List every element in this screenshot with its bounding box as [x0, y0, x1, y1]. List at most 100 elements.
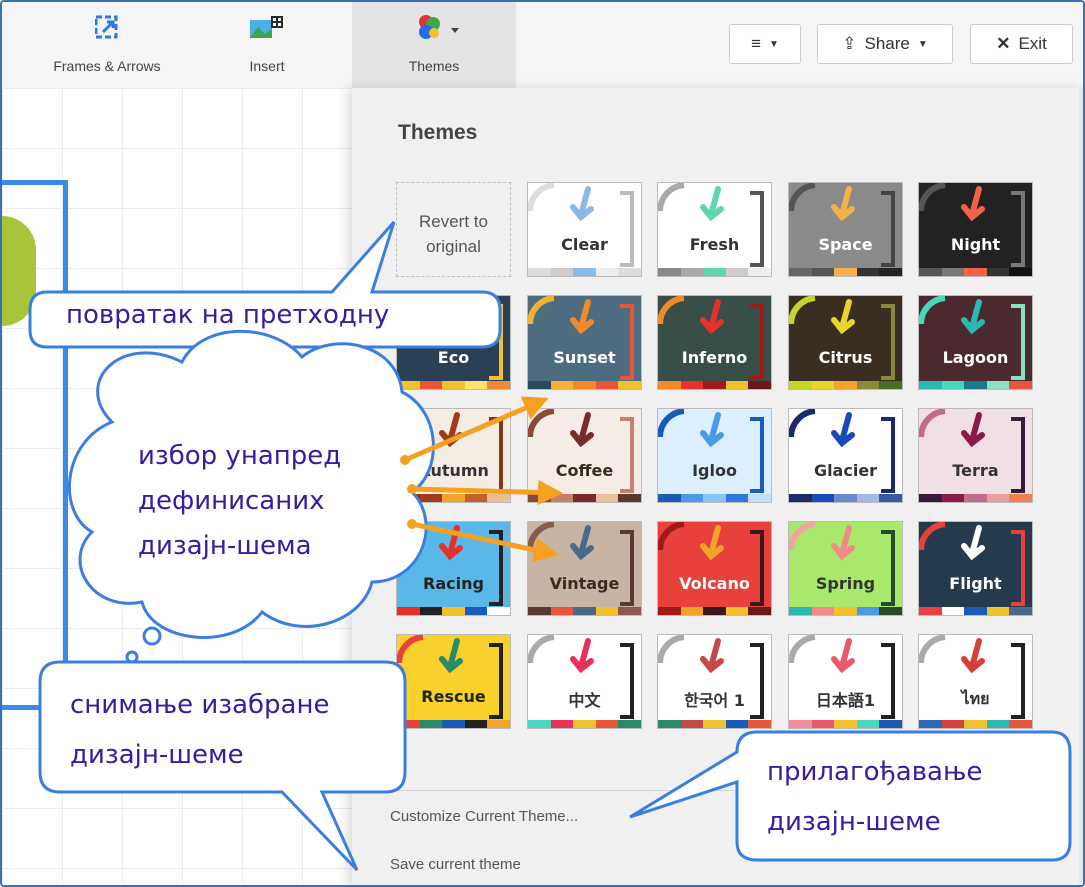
theme-swatch [528, 720, 551, 728]
theme-swatch [964, 381, 987, 389]
theme-arc [528, 635, 555, 664]
theme-swatch [964, 494, 987, 502]
theme-tile[interactable]: Spring [788, 521, 903, 616]
theme-color-strip [397, 607, 510, 615]
themes-button[interactable]: Themes [352, 2, 516, 88]
theme-bracket [750, 191, 764, 267]
theme-tile[interactable]: Igloo [657, 408, 772, 503]
theme-swatch [528, 607, 551, 615]
theme-bracket [620, 304, 634, 380]
theme-swatch [834, 494, 857, 502]
theme-tile[interactable]: 한국어 1 [657, 634, 772, 729]
theme-color-strip [528, 494, 641, 502]
theme-preview-graphic [789, 296, 895, 380]
pear-image[interactable] [2, 216, 36, 326]
theme-color-strip [658, 720, 771, 728]
theme-color-strip [789, 268, 902, 276]
theme-color-strip [919, 381, 1032, 389]
theme-tile[interactable]: Coffee [527, 408, 642, 503]
theme-arc [658, 183, 685, 212]
theme-arc [528, 409, 555, 438]
theme-swatch [595, 607, 619, 615]
theme-swatch [442, 720, 465, 728]
theme-arrow [570, 186, 594, 222]
theme-name: 한국어 1 [684, 691, 745, 710]
theme-tile[interactable]: Fresh [657, 182, 772, 277]
theme-preview-graphic [528, 409, 634, 493]
theme-bracket [620, 417, 634, 493]
theme-tile[interactable]: Vintage [527, 521, 642, 616]
theme-tile[interactable]: Rescue [396, 634, 511, 729]
theme-tile[interactable]: Lagoon [918, 295, 1033, 390]
selection-handle[interactable] [236, 358, 251, 373]
theme-swatch [986, 494, 1010, 502]
theme-name: Terra [952, 461, 999, 480]
theme-swatch [748, 720, 771, 728]
theme-preview-graphic [658, 409, 764, 493]
customize-theme-link[interactable]: Customize Current Theme... [390, 808, 578, 825]
theme-tile[interactable]: Clear [527, 182, 642, 277]
theme-tile[interactable]: Glacier [788, 408, 903, 503]
insert-image-icon [250, 16, 283, 38]
share-button[interactable]: ⇪ Share ▼ [817, 24, 953, 64]
theme-tile[interactable]: Autumn [396, 408, 511, 503]
theme-tile[interactable]: 日本語1 [788, 634, 903, 729]
callout-line: снимање изабране [70, 690, 330, 720]
theme-swatch [811, 720, 835, 728]
theme-swatch [595, 720, 619, 728]
theme-name: Glacier [813, 461, 878, 480]
save-theme-link[interactable]: Save current theme [390, 856, 521, 873]
share-label: Share [864, 34, 910, 53]
theme-tile[interactable]: Inferno [657, 295, 772, 390]
theme-swatch [618, 494, 641, 502]
theme-swatch [856, 381, 880, 389]
theme-arc [658, 522, 685, 551]
theme-tile[interactable]: Eco [396, 295, 511, 390]
theme-preview-graphic [919, 409, 1025, 493]
theme-swatch [658, 494, 681, 502]
theme-arc [397, 522, 424, 551]
theme-swatch [658, 381, 681, 389]
theme-name: Night [950, 235, 1001, 254]
theme-tile[interactable]: Flight [918, 521, 1033, 616]
theme-arc [658, 296, 685, 325]
menu-button[interactable]: ≡ ▼ [729, 24, 801, 64]
theme-arc [919, 296, 946, 325]
theme-tile[interactable]: ไทย [918, 634, 1033, 729]
theme-bracket [1011, 417, 1025, 493]
revert-to-original-button[interactable]: Revert to original [396, 182, 511, 277]
theme-swatch [789, 720, 812, 728]
theme-arrow [439, 299, 463, 335]
theme-tile[interactable]: Night [918, 182, 1033, 277]
theme-swatch [464, 381, 488, 389]
theme-tile[interactable]: Terra [918, 408, 1033, 503]
theme-color-strip [528, 381, 641, 389]
theme-swatch [725, 268, 749, 276]
theme-swatch [487, 381, 510, 389]
theme-bracket [881, 304, 895, 380]
theme-swatch [528, 381, 551, 389]
theme-preview-graphic [789, 409, 895, 493]
theme-tile[interactable]: Citrus [788, 295, 903, 390]
insert-button[interactable]: Insert [202, 2, 332, 88]
callout-line: дизајн-шема [138, 531, 312, 561]
theme-swatch [573, 381, 596, 389]
theme-swatch [748, 381, 771, 389]
theme-tile[interactable]: Racing [396, 521, 511, 616]
theme-bracket [620, 191, 634, 267]
theme-bracket [881, 417, 895, 493]
theme-name: Spring [815, 574, 876, 593]
theme-bracket [1011, 304, 1025, 380]
theme-swatch [464, 494, 488, 502]
theme-tile[interactable]: Volcano [657, 521, 772, 616]
theme-tile[interactable]: 中文 [527, 634, 642, 729]
theme-tile[interactable]: Sunset [527, 295, 642, 390]
exit-button[interactable]: ✕ Exit [970, 24, 1073, 64]
theme-arrow [831, 412, 855, 448]
theme-arc [919, 635, 946, 664]
scrollbar[interactable] [1079, 88, 1083, 885]
theme-preview-graphic [528, 635, 634, 719]
theme-tile[interactable]: Space [788, 182, 903, 277]
frames-arrows-button[interactable]: Frames & Arrows [22, 2, 192, 88]
theme-swatch [618, 720, 641, 728]
